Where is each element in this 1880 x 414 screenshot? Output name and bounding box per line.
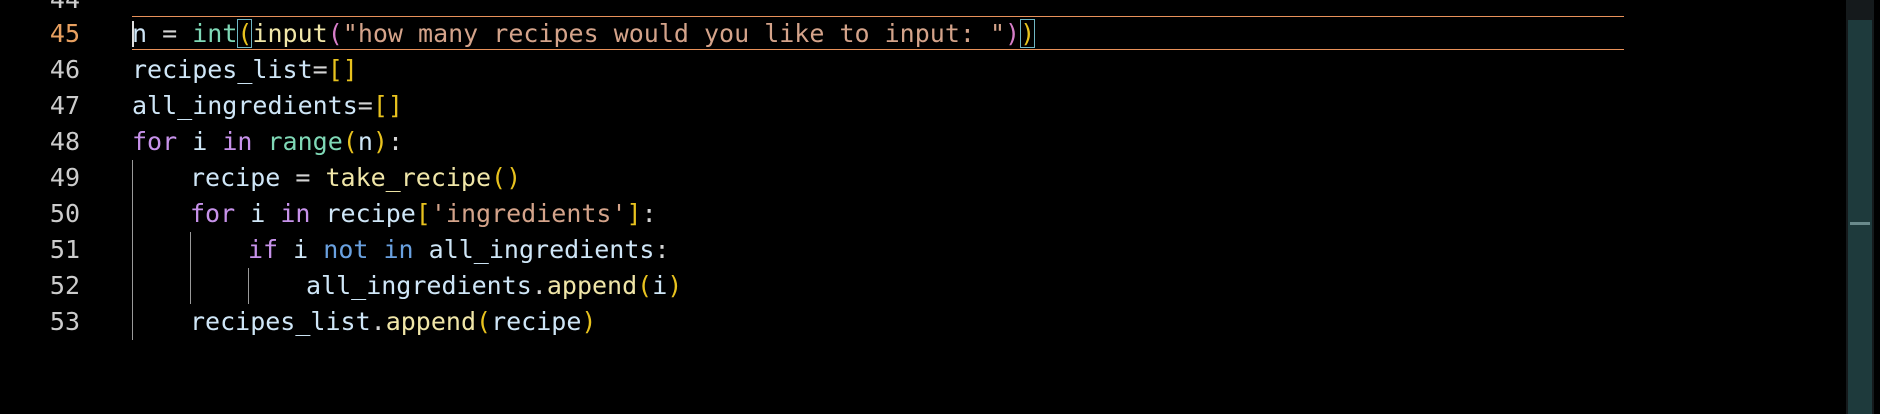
token-string: 'ingredients' — [430, 199, 627, 228]
token-variable: recipes_list — [190, 307, 371, 336]
token-variable: recipe — [190, 163, 281, 192]
token-variable: all_ingredients — [306, 271, 532, 300]
scrollbar-thumb[interactable] — [1848, 20, 1872, 414]
token-bracket: ) — [581, 307, 597, 336]
line-number: 50 — [49, 199, 80, 228]
code-line-51[interactable]: if i not in all_ingredients: — [248, 232, 670, 268]
line-number: 47 — [49, 91, 80, 120]
token-variable: all_ingredients — [132, 91, 358, 120]
line-number: 53 — [49, 307, 80, 336]
token-keyword: in — [280, 199, 311, 228]
code-line-49[interactable]: recipe = take_recipe() — [190, 160, 521, 196]
token-bracket: [ — [415, 199, 431, 228]
token-bracket: () — [491, 163, 522, 192]
code-editor[interactable]: 44 45 46 47 48 49 50 51 52 53 n = int(in… — [0, 0, 1880, 414]
token-function: input — [252, 19, 328, 48]
token-bracket: ) — [1005, 19, 1021, 48]
token-variable: all_ingredients — [428, 235, 655, 264]
token-bracket: ( — [327, 19, 343, 48]
token-keyword: in — [222, 127, 253, 156]
token-function: take_recipe — [325, 163, 492, 192]
token-operator: = — [147, 19, 193, 48]
token-variable: i — [177, 127, 223, 156]
token-punctuation: : — [641, 199, 657, 228]
token-variable: recipe — [325, 199, 416, 228]
token-punctuation: . — [370, 307, 386, 336]
token-variable: i — [235, 199, 281, 228]
token-bracket: [] — [327, 55, 358, 84]
line-number: 49 — [49, 163, 80, 192]
token-operator: = — [357, 91, 373, 120]
token-keyword: if — [248, 235, 279, 264]
scrollbar-position-marker — [1850, 222, 1870, 225]
token-variable: recipes_list — [132, 55, 313, 84]
line-number-active: 45 — [49, 19, 80, 48]
code-line-47[interactable]: all_ingredients=[] — [132, 88, 403, 124]
token-variable: i — [652, 271, 668, 300]
code-line-50[interactable]: for i in recipe['ingredients']: — [190, 196, 657, 232]
token-bracket: [] — [372, 91, 403, 120]
line-number: 46 — [49, 55, 80, 84]
token-builtin: range — [267, 127, 343, 156]
token-operator: = — [280, 163, 326, 192]
code-line-53[interactable]: recipes_list.append(recipe) — [190, 304, 596, 340]
token-function: append — [546, 271, 638, 300]
token-bracket: ( — [637, 271, 653, 300]
line-number-gutter: 44 45 46 47 48 49 50 51 52 53 — [0, 0, 110, 414]
code-line-46[interactable]: recipes_list=[] — [132, 52, 358, 88]
token-variable: n — [132, 19, 148, 48]
token-punctuation: . — [531, 271, 547, 300]
line-number: 51 — [49, 235, 80, 264]
token-bracket: ] — [626, 199, 642, 228]
token-bracket: ( — [476, 307, 492, 336]
token-variable: i — [278, 235, 324, 264]
token-bracket: ) — [667, 271, 683, 300]
token-variable: recipe — [491, 307, 582, 336]
token-punctuation: : — [387, 127, 403, 156]
code-line-45[interactable]: n = int(input("how many recipes would yo… — [132, 16, 1036, 52]
token-punctuation: : — [654, 235, 670, 264]
line-number: 52 — [49, 271, 80, 300]
token-keyword: for — [132, 127, 178, 156]
token-bracket: ( — [342, 127, 358, 156]
code-line-52[interactable]: all_ingredients.append(i) — [306, 268, 682, 304]
token-builtin: int — [192, 19, 238, 48]
token-keyword-operator: not — [323, 235, 369, 264]
token-operator: = — [312, 55, 328, 84]
vertical-scrollbar[interactable] — [1846, 0, 1874, 414]
token-keyword: for — [190, 199, 236, 228]
token-bracket-matched: ( — [237, 19, 253, 48]
token-bracket-matched: ) — [1020, 19, 1036, 48]
token-keyword-operator: in — [383, 235, 414, 264]
token-string: "how many recipes would you like to inpu… — [342, 19, 1006, 48]
token-function: append — [385, 307, 476, 336]
code-area[interactable]: n = int(input("how many recipes would yo… — [132, 0, 1622, 414]
line-number: 48 — [49, 127, 80, 156]
token-variable: n — [357, 127, 373, 156]
token-bracket: ) — [372, 127, 388, 156]
code-line-48[interactable]: for i in range(n): — [132, 124, 403, 160]
